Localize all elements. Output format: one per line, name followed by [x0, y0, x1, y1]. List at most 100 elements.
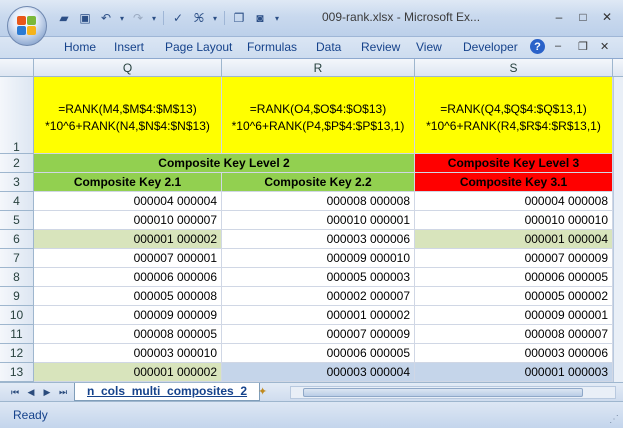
minimize-button[interactable]: – — [547, 8, 571, 26]
ribbon-minimize-icon[interactable]: – — [555, 40, 561, 52]
row-header[interactable]: 8 — [0, 268, 34, 287]
row-header[interactable]: 11 — [0, 325, 34, 344]
data-cell[interactable]: 000006 000005 — [415, 268, 613, 287]
data-cell[interactable]: 000009 000001 — [415, 306, 613, 325]
first-sheet-icon[interactable]: ⏮ — [8, 385, 22, 399]
data-cell[interactable]: 000008 000007 — [415, 325, 613, 344]
ribbon-close-icon[interactable]: ✕ — [600, 40, 609, 53]
undo-dropdown-icon[interactable]: ▾ — [118, 9, 126, 27]
sheet-tab-active[interactable]: n_cols_multi_composites_2 — [74, 383, 261, 401]
undo-icon[interactable]: ↶ — [97, 9, 115, 27]
open-folder-icon[interactable]: ▰ — [55, 9, 73, 27]
ribbon-restore-icon[interactable]: ❐ — [578, 40, 588, 53]
row-header[interactable]: 7 — [0, 249, 34, 268]
resize-grip-icon[interactable]: ⋰ — [609, 414, 619, 425]
data-cell[interactable]: 000005 000003 — [222, 268, 415, 287]
row-header[interactable]: 6 — [0, 230, 34, 249]
data-cell[interactable]: 000009 000009 — [34, 306, 222, 325]
column-header-s[interactable]: S — [415, 59, 613, 77]
tab-developer[interactable]: Developer — [463, 40, 518, 54]
data-cell[interactable]: 000003 000004 — [222, 363, 415, 382]
title-bar: ▰ ▣ ↶ ▾ ↷ ▾ ✓ ꕑ ▾ ❐ ◙ ▾ 009-rank.xlsx - … — [0, 0, 623, 37]
header-level-3[interactable]: Composite Key Level 3 — [415, 154, 613, 173]
data-cell[interactable]: 000006 000006 — [34, 268, 222, 287]
row-header[interactable]: 13 — [0, 363, 34, 382]
spell-check-icon[interactable]: ✓ — [169, 9, 187, 27]
tab-insert[interactable]: Insert — [114, 40, 144, 54]
sheet-tabs-bar: ⏮ ◀ ▶ ⏭ n_cols_multi_composites_2 ✦ — [0, 382, 623, 401]
last-sheet-icon[interactable]: ⏭ — [56, 385, 70, 399]
data-cell[interactable]: 000004 000008 — [415, 192, 613, 211]
header-key-2-1[interactable]: Composite Key 2.1 — [34, 173, 222, 192]
tab-home[interactable]: Home — [64, 40, 96, 54]
find-icon[interactable]: ꕑ — [190, 9, 208, 27]
row-header[interactable]: 1 — [0, 77, 34, 154]
insert-sheet-icon[interactable]: ✦ — [258, 385, 267, 398]
tab-data[interactable]: Data — [316, 40, 341, 54]
find-dropdown-icon[interactable]: ▾ — [211, 9, 219, 27]
data-cell[interactable]: 000002 000007 — [222, 287, 415, 306]
header-key-2-2[interactable]: Composite Key 2.2 — [222, 173, 415, 192]
horizontal-scrollbar[interactable] — [290, 386, 616, 399]
data-cell[interactable]: 000001 000004 — [415, 230, 613, 249]
help-icon[interactable]: ? — [530, 39, 545, 54]
data-cell[interactable]: 000001 000002 — [34, 230, 222, 249]
maximize-button[interactable]: □ — [571, 8, 595, 26]
data-cell[interactable]: 000003 000006 — [222, 230, 415, 249]
data-cell[interactable]: 000006 000005 — [222, 344, 415, 363]
data-cell[interactable]: 000004 000004 — [34, 192, 222, 211]
formula-cell-s1[interactable]: =RANK(Q4,$Q$4:$Q$13,1) *10^6+RANK(R4,$R$… — [415, 77, 613, 154]
horizontal-scroll-thumb[interactable] — [303, 388, 583, 397]
data-cell[interactable]: 000001 000002 — [34, 363, 222, 382]
data-cell[interactable]: 000001 000003 — [415, 363, 613, 382]
column-headers: Q R S — [0, 59, 623, 77]
row-header[interactable]: 2 — [0, 154, 34, 173]
data-cell[interactable]: 000005 000008 — [34, 287, 222, 306]
tab-page-layout[interactable]: Page Layout — [165, 40, 232, 54]
copy-icon[interactable]: ❐ — [230, 9, 248, 27]
data-cell[interactable]: 000003 000006 — [415, 344, 613, 363]
data-cell[interactable]: 000010 000001 — [222, 211, 415, 230]
tab-review[interactable]: Review — [361, 40, 400, 54]
header-key-3-1[interactable]: Composite Key 3.1 — [415, 173, 613, 192]
data-cell[interactable]: 000009 000010 — [222, 249, 415, 268]
form-icon[interactable]: ◙ — [251, 9, 269, 27]
data-cell[interactable]: 000007 000001 — [34, 249, 222, 268]
vertical-scrollbar[interactable] — [613, 77, 623, 382]
header-level-2[interactable]: Composite Key Level 2 — [34, 154, 415, 173]
prev-sheet-icon[interactable]: ◀ — [24, 385, 38, 399]
formula-cell-q1[interactable]: =RANK(M4,$M$4:$M$13) *10^6+RANK(N4,$N$4:… — [34, 77, 222, 154]
row-header[interactable]: 10 — [0, 306, 34, 325]
row-header[interactable]: 12 — [0, 344, 34, 363]
tab-formulas[interactable]: Formulas — [247, 40, 297, 54]
row-header[interactable]: 5 — [0, 211, 34, 230]
tab-view[interactable]: View — [416, 40, 442, 54]
data-cell[interactable]: 000007 000009 — [222, 325, 415, 344]
select-all-corner[interactable] — [0, 59, 34, 77]
data-cell[interactable]: 000008 000008 — [222, 192, 415, 211]
data-cell[interactable]: 000003 000010 — [34, 344, 222, 363]
redo-icon[interactable]: ↷ — [129, 9, 147, 27]
quick-access-toolbar: ▰ ▣ ↶ ▾ ↷ ▾ ✓ ꕑ ▾ ❐ ◙ ▾ — [55, 9, 282, 27]
formula-line: =RANK(M4,$M$4:$M$13) — [58, 102, 197, 116]
close-button[interactable]: ✕ — [595, 8, 619, 26]
data-cell[interactable]: 000001 000002 — [222, 306, 415, 325]
data-cell[interactable]: 000010 000010 — [415, 211, 613, 230]
window-title: 009-rank.xlsx - Microsoft Ex... — [322, 10, 481, 24]
save-icon[interactable]: ▣ — [76, 9, 94, 27]
office-button[interactable] — [7, 6, 47, 46]
data-cell[interactable]: 000007 000009 — [415, 249, 613, 268]
data-cell[interactable]: 000005 000002 — [415, 287, 613, 306]
customize-toolbar-icon[interactable]: ▾ — [272, 9, 282, 27]
data-cell[interactable]: 000008 000005 — [34, 325, 222, 344]
row-header[interactable]: 4 — [0, 192, 34, 211]
column-header-q[interactable]: Q — [34, 59, 222, 77]
data-cell[interactable]: 000010 000007 — [34, 211, 222, 230]
column-header-r[interactable]: R — [222, 59, 415, 77]
formula-line: *10^6+RANK(R4,$R$4:$R$13,1) — [426, 119, 601, 133]
row-header[interactable]: 9 — [0, 287, 34, 306]
row-header[interactable]: 3 — [0, 173, 34, 192]
redo-dropdown-icon[interactable]: ▾ — [150, 9, 158, 27]
next-sheet-icon[interactable]: ▶ — [40, 385, 54, 399]
formula-cell-r1[interactable]: =RANK(O4,$O$4:$O$13) *10^6+RANK(P4,$P$4:… — [222, 77, 415, 154]
